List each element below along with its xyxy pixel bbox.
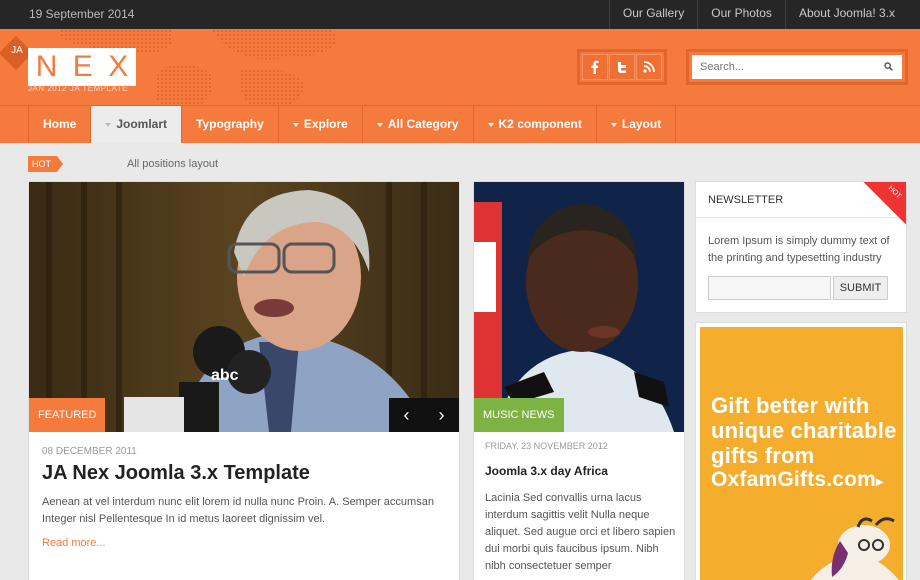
newsletter-submit-button[interactable]: SUBMIT: [833, 276, 888, 300]
music-news-tag[interactable]: MUSIC NEWS: [474, 398, 564, 432]
logo-letter-e: E: [72, 50, 93, 83]
search-icon[interactable]: [884, 62, 893, 71]
nav-item-home[interactable]: Home: [29, 106, 92, 143]
main-nav: Home Joomlart Typography Explore All Cat…: [0, 105, 920, 143]
chevron-left-icon[interactable]: ‹: [389, 398, 424, 432]
newsletter-widget: NEWSLETTER HOT Lorem Ipsum is simply dum…: [695, 181, 907, 313]
site-logo[interactable]: N E X: [28, 48, 136, 86]
article-excerpt: Lacinia Sed convallis urna lacus interdu…: [485, 492, 676, 572]
chevron-down-icon: [610, 122, 617, 127]
rss-icon[interactable]: [636, 54, 662, 80]
article-excerpt: Aenean at vel interdum nunc elit lorem i…: [42, 496, 434, 525]
featured-tag[interactable]: FEATURED: [29, 398, 106, 432]
newsletter-text: Lorem Ipsum is simply dummy text of the …: [708, 235, 890, 264]
nav-item-label: Joomlart: [116, 117, 168, 131]
logo-letter-x: X: [108, 50, 129, 83]
svg-text:abc: abc: [211, 367, 239, 384]
article-title[interactable]: JA Nex Joomla 3.x Template: [42, 462, 310, 485]
site-header: JA N E X JAN 2012 JA TEMPLATE: [0, 29, 920, 105]
nav-item-label: All Category: [387, 117, 459, 131]
officer-photo-illustration: [474, 182, 684, 432]
ja-badge: JA: [11, 45, 23, 56]
facebook-icon[interactable]: [582, 54, 608, 80]
article-title[interactable]: Joomla 3.x day Africa: [485, 464, 608, 478]
featured-article-card: abc FEATURED ‹ › 08 DECEMBER 2011 JA Nex…: [28, 181, 460, 580]
nav-item-typography[interactable]: Typography: [182, 106, 279, 143]
read-more-link[interactable]: Read more...: [42, 537, 106, 549]
search-box: [686, 49, 908, 85]
nav-item-label: Layout: [621, 117, 662, 131]
top-link-photos[interactable]: Our Photos: [697, 0, 785, 29]
newsletter-email-field[interactable]: [708, 276, 831, 300]
nav-item-label: Home: [43, 117, 77, 131]
top-links: Our Gallery Our Photos About Joomla! 3.x: [608, 0, 920, 29]
chevron-down-icon: [105, 122, 112, 127]
slider-controls: ‹ ›: [389, 398, 459, 432]
music-news-card: MUSIC NEWS FRIDAY, 23 NOVEMBER 2012 Joom…: [473, 181, 685, 580]
logo-letter-n: N: [35, 50, 58, 83]
nav-item-joomlart[interactable]: Joomlart: [91, 106, 183, 143]
ad-line-4-text: OxfamGifts.com: [711, 468, 877, 491]
nav-item-label: Explore: [303, 117, 348, 131]
ad-line-4: OxfamGifts.com▸: [711, 468, 883, 492]
top-link-about[interactable]: About Joomla! 3.x: [784, 0, 920, 29]
top-bar: 19 September 2014 Our Gallery Our Photos…: [0, 0, 920, 29]
hot-badge: HOT: [28, 156, 63, 172]
nav-item-all-category[interactable]: All Category: [363, 106, 474, 143]
nav-item-label: K2 component: [498, 117, 582, 131]
chevron-down-icon: [376, 122, 383, 127]
ad-line-3: gifts from: [711, 443, 815, 468]
oxfam-ad-banner[interactable]: Gift better with unique charitable gifts…: [700, 327, 903, 580]
ad-line-2: unique charitable: [711, 418, 897, 443]
ad-line-1: Gift better with: [711, 393, 870, 418]
social-links: [577, 49, 667, 85]
search-input[interactable]: [692, 55, 902, 79]
music-photo[interactable]: MUSIC NEWS: [474, 182, 684, 432]
chevron-down-icon: [292, 122, 299, 127]
hot-news-link[interactable]: All positions layout: [127, 158, 218, 170]
nav-item-layout[interactable]: Layout: [597, 106, 677, 143]
chevron-down-icon: [487, 122, 494, 127]
nav-item-label: Typography: [196, 117, 264, 131]
speaker-photo-illustration: abc: [29, 182, 459, 432]
chevron-right-icon[interactable]: ›: [424, 398, 459, 432]
play-arrow-icon: ▸: [876, 473, 884, 489]
current-date: 19 September 2014: [29, 7, 135, 21]
ad-widget: Gift better with unique charitable gifts…: [695, 322, 907, 580]
featured-photo[interactable]: abc FEATURED ‹ ›: [29, 182, 459, 432]
logo-subtitle: JAN 2012 JA TEMPLATE: [28, 84, 128, 93]
article-date: 08 DECEMBER 2011: [42, 446, 137, 457]
nav-item-k2-component[interactable]: K2 component: [474, 106, 597, 143]
twitter-icon[interactable]: [609, 54, 635, 80]
nav-item-explore[interactable]: Explore: [279, 106, 363, 143]
article-date: FRIDAY, 23 NOVEMBER 2012: [485, 441, 608, 451]
goat-illustration: [810, 517, 899, 580]
top-link-gallery[interactable]: Our Gallery: [608, 0, 697, 29]
